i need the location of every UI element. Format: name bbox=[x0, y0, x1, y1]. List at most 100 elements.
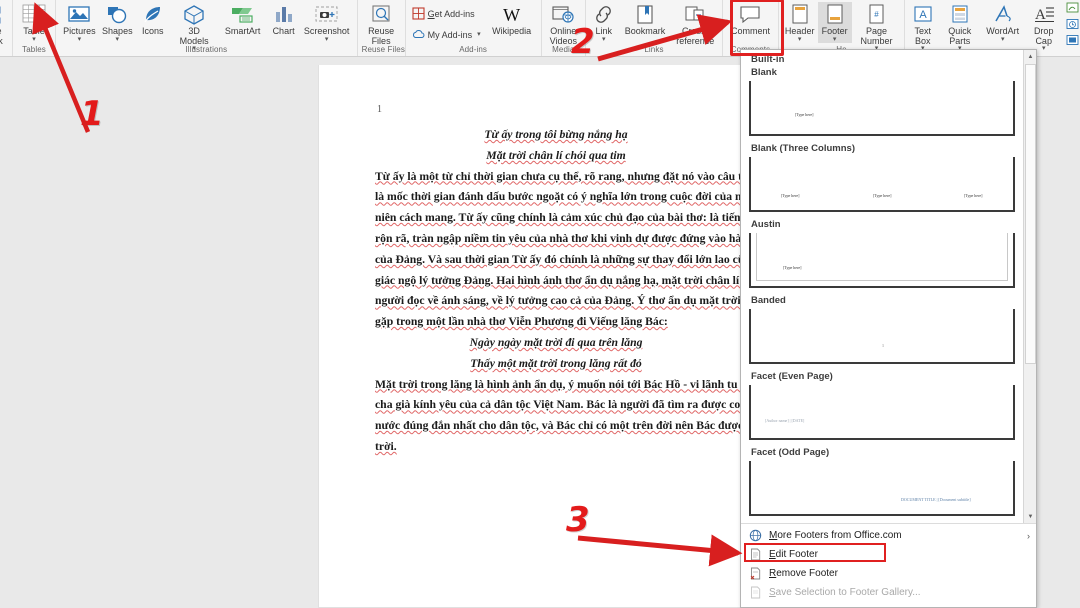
object-button[interactable]: Object ▾ bbox=[1064, 34, 1080, 46]
gallery-item-preview[interactable]: [Type here] [Type here] [Type here] bbox=[749, 157, 1015, 212]
icons-button[interactable]: Icons bbox=[136, 2, 170, 37]
preview-placeholder-text: [Type here] bbox=[783, 265, 802, 270]
header-chevron-down-icon[interactable]: ▾ bbox=[798, 36, 802, 43]
3d-models-label: 3D Models bbox=[179, 26, 209, 46]
reuse-files-button[interactable]: Reuse Files bbox=[362, 2, 401, 46]
quick-parts-label: Quick Parts bbox=[948, 26, 972, 46]
cross-reference-button[interactable]: Cross-reference bbox=[669, 2, 721, 46]
document-line: trời. bbox=[375, 439, 397, 453]
wordart-chevron-down-icon[interactable]: ▾ bbox=[1001, 36, 1005, 43]
annotation-step-1: 1 bbox=[80, 94, 104, 134]
page-break-icon bbox=[0, 3, 2, 26]
gallery-item-preview[interactable]: DOCUMENT TITLE | [Document subtitle] bbox=[749, 461, 1015, 516]
gallery-item-name: Austin bbox=[751, 219, 781, 230]
chart-button[interactable]: Chart bbox=[267, 2, 301, 37]
screenshot-icon bbox=[314, 3, 340, 26]
document-page[interactable]: 1 Từ ấy trong tôi bừng nắng hạ Mặt trời c… bbox=[318, 65, 742, 608]
quick-parts-button[interactable]: Quick Parts ▾ bbox=[940, 2, 980, 52]
screenshot-chevron-down-icon[interactable]: ▾ bbox=[325, 36, 329, 43]
menu-item-label: More Footers from Office.com bbox=[769, 530, 902, 541]
gallery-item[interactable]: Banded 1 bbox=[749, 295, 1016, 364]
document-line: rộn rã, tràn ngập niềm tin yêu của nhà t… bbox=[375, 231, 742, 245]
menu-item-label: Save Selection to Footer Gallery... bbox=[769, 587, 921, 598]
page-break-button[interactable]: Page Break bbox=[0, 2, 8, 46]
gallery-item-name: Facet (Even Page) bbox=[751, 371, 833, 382]
bookmark-button[interactable]: Bookmark bbox=[621, 2, 670, 37]
screenshot-button[interactable]: Screenshot ▾ bbox=[301, 2, 353, 43]
drop-cap-chevron-down-icon[interactable]: ▾ bbox=[1042, 45, 1046, 52]
link-chevron-down-icon[interactable]: ▾ bbox=[602, 36, 606, 43]
gallery-item-name: Blank (Three Columns) bbox=[751, 143, 855, 154]
document-text-body[interactable]: Từ ấy trong tôi bừng nắng hạ Mặt trời châ… bbox=[375, 125, 742, 458]
drop-cap-label: Drop Cap bbox=[1033, 26, 1054, 46]
pictures-chevron-down-icon[interactable]: ▾ bbox=[78, 36, 82, 43]
comment-button[interactable]: Comment bbox=[727, 2, 774, 37]
table-chevron-down-icon[interactable]: ▾ bbox=[32, 36, 36, 43]
smartart-button[interactable]: SmartArt bbox=[219, 2, 267, 37]
gallery-item[interactable]: Facet (Odd Page) DOCUMENT TITLE | [Docume… bbox=[749, 447, 1016, 516]
ribbon-group-label-add-ins: Add-ins bbox=[459, 45, 488, 54]
text-box-button[interactable]: A Text Box ▾ bbox=[906, 2, 940, 52]
header-button[interactable]: Header ▾ bbox=[782, 2, 818, 43]
document-line: niên cách mang. Từ ấy cũng chính là cảm … bbox=[375, 211, 741, 225]
date-and-time-button[interactable]: Date & Time bbox=[1064, 18, 1080, 30]
wikipedia-button[interactable]: W Wikipedia bbox=[487, 2, 537, 37]
footer-button[interactable]: Footer ▾ bbox=[817, 2, 852, 43]
footer-gallery-scroll-area[interactable]: Built-in Blank [Type here] Blank (Three Co… bbox=[741, 50, 1036, 523]
gallery-item[interactable]: Facet (Even Page) [Author name] | [DATE] bbox=[749, 371, 1016, 440]
document-line: nước đúng đắn nhất cho dân tộc, và Bác c… bbox=[375, 419, 742, 433]
gallery-item-preview[interactable]: [Type here] bbox=[749, 233, 1015, 288]
chart-label: Chart bbox=[272, 26, 295, 36]
scroll-up-arrow-icon[interactable]: ▲ bbox=[1024, 50, 1036, 63]
menu-item-label: Edit Footer bbox=[769, 549, 818, 560]
globe-icon bbox=[749, 529, 762, 542]
scrollbar-thumb[interactable] bbox=[1025, 64, 1036, 364]
gallery-item[interactable]: Blank [Type here] bbox=[749, 67, 1016, 136]
ribbon-group-links: Link ▾ Bookmark Cross-reference Links bbox=[586, 0, 723, 56]
remove-footer-button[interactable]: Remove Footer bbox=[741, 564, 1036, 583]
gallery-item-preview[interactable]: [Author name] | [DATE] bbox=[749, 385, 1015, 440]
gallery-item-preview[interactable]: [Type here] bbox=[749, 81, 1015, 136]
icons-icon bbox=[141, 3, 165, 26]
gallery-item-name: Blank bbox=[751, 67, 777, 78]
gallery-item-name: Facet (Odd Page) bbox=[751, 447, 830, 458]
svg-text:#: # bbox=[875, 10, 880, 19]
shapes-chevron-down-icon[interactable]: ▾ bbox=[116, 36, 120, 43]
date-and-time-icon bbox=[1066, 18, 1079, 30]
my-add-ins-chevron-down-icon[interactable]: ▾ bbox=[477, 31, 481, 38]
my-add-ins-button[interactable]: My Add-ins ▾ bbox=[410, 28, 483, 42]
table-button[interactable]: Table ▾ bbox=[17, 2, 51, 43]
gallery-item-preview[interactable]: 1 bbox=[749, 309, 1015, 364]
svg-text:A: A bbox=[919, 9, 927, 21]
ribbon-group-pages: Page Break bbox=[0, 0, 13, 56]
drop-cap-icon: A bbox=[1032, 3, 1056, 26]
ribbon-group-comments: Comment Comments bbox=[723, 0, 779, 56]
footer-gallery-menu[interactable]: More Footers from Office.com › Edit Footer… bbox=[741, 523, 1036, 607]
gallery-scrollbar[interactable]: ▲ ▼ bbox=[1023, 50, 1036, 523]
drop-cap-button[interactable]: A Drop Cap ▾ bbox=[1026, 2, 1062, 52]
get-add-ins-icon bbox=[412, 7, 425, 20]
shapes-button[interactable]: Shapes ▾ bbox=[99, 2, 136, 43]
more-footers-from-office-button[interactable]: More Footers from Office.com › bbox=[741, 526, 1036, 545]
ribbon-group-text: A Text Box ▾ Quick Parts ▾ bbox=[905, 0, 1080, 56]
get-add-ins-label: Get Add-ins bbox=[427, 8, 475, 19]
smartart-label: SmartArt bbox=[224, 26, 261, 36]
menu-item-label: Remove Footer bbox=[769, 568, 838, 579]
scroll-down-arrow-icon[interactable]: ▼ bbox=[1024, 510, 1036, 523]
text-box-icon: A bbox=[912, 3, 934, 26]
footer-chevron-down-icon[interactable]: ▾ bbox=[833, 36, 837, 43]
signature-line-icon bbox=[1066, 2, 1079, 14]
ribbon-group-tables: Table ▾ Tables bbox=[13, 0, 56, 56]
edit-footer-button[interactable]: Edit Footer bbox=[741, 545, 1036, 564]
ribbon-group-label-links: Links bbox=[644, 45, 664, 54]
wordart-button[interactable]: WordArt ▾ bbox=[980, 2, 1026, 43]
gallery-item[interactable]: Blank (Three Columns) [Type here] [Type he… bbox=[749, 143, 1016, 212]
gallery-item[interactable]: Austin [Type here] bbox=[749, 219, 1016, 288]
annotation-step-3: 3 bbox=[566, 500, 590, 540]
get-add-ins-button[interactable]: Get Add-ins bbox=[410, 7, 483, 21]
ribbon-group-label-tables: Tables bbox=[22, 45, 46, 54]
signature-line-button[interactable]: Signature Line ▾ bbox=[1064, 2, 1080, 14]
document-save-icon bbox=[749, 586, 762, 599]
pictures-button[interactable]: Pictures ▾ bbox=[60, 2, 99, 43]
footer-gallery-dropdown[interactable]: Built-in Blank [Type here] Blank (Three Co… bbox=[740, 49, 1037, 608]
